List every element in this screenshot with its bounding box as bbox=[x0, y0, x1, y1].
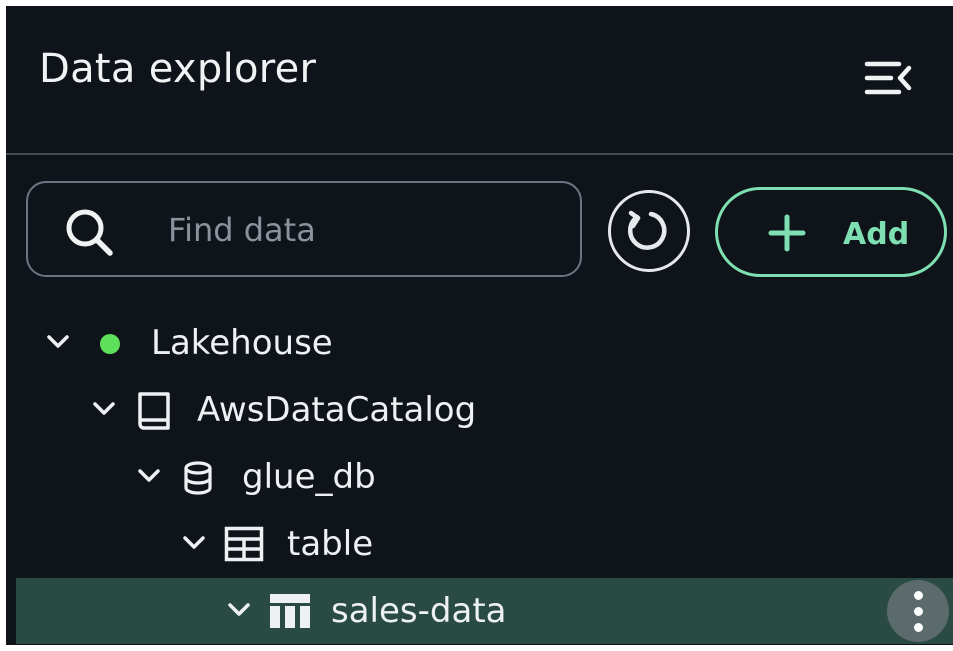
collapse-panel-button[interactable] bbox=[861, 56, 917, 104]
data-explorer-panel: Data explorer Add bbox=[6, 6, 953, 645]
tree-item-label: sales-data bbox=[331, 591, 507, 631]
panel-title: Data explorer bbox=[39, 46, 317, 92]
database-icon bbox=[184, 461, 212, 495]
kebab-dot bbox=[914, 591, 923, 600]
kebab-dot bbox=[914, 607, 923, 616]
tree-item-lakehouse[interactable]: Lakehouse bbox=[6, 310, 953, 376]
chevron-down-icon[interactable] bbox=[92, 401, 116, 417]
chevron-down-icon[interactable] bbox=[46, 334, 70, 350]
search-input[interactable] bbox=[166, 205, 560, 255]
panel-header: Data explorer bbox=[6, 6, 953, 154]
tree-item-label: table bbox=[287, 524, 374, 564]
search-field[interactable] bbox=[26, 181, 582, 277]
chevron-down-icon[interactable] bbox=[227, 602, 251, 618]
search-icon bbox=[66, 209, 113, 256]
add-button-label: Add bbox=[843, 217, 910, 252]
tree-item-label: glue_db bbox=[242, 457, 376, 497]
tree-item-glue-db[interactable]: glue_db bbox=[6, 444, 953, 510]
refresh-icon bbox=[628, 210, 667, 250]
table-icon bbox=[270, 594, 310, 628]
tree-item-label: Lakehouse bbox=[151, 323, 333, 363]
refresh-button[interactable] bbox=[608, 190, 690, 272]
tree-item-awsdatacatalog[interactable]: AwsDataCatalog bbox=[6, 377, 953, 443]
kebab-dot bbox=[914, 623, 923, 632]
book-icon bbox=[138, 392, 170, 430]
tree-item-table-folder[interactable]: table bbox=[6, 511, 953, 577]
tree-item-label: AwsDataCatalog bbox=[197, 390, 477, 430]
plus-icon bbox=[768, 214, 806, 252]
add-button[interactable]: Add bbox=[715, 187, 947, 277]
collapse-menu-icon bbox=[864, 61, 912, 95]
grid-table-icon bbox=[224, 526, 264, 562]
header-divider bbox=[6, 153, 953, 155]
status-dot bbox=[100, 334, 120, 354]
tree-item-sales-data[interactable]: sales-data bbox=[16, 578, 953, 644]
chevron-down-icon[interactable] bbox=[137, 468, 161, 484]
more-options-button[interactable] bbox=[887, 580, 949, 642]
chevron-down-icon[interactable] bbox=[182, 535, 206, 551]
